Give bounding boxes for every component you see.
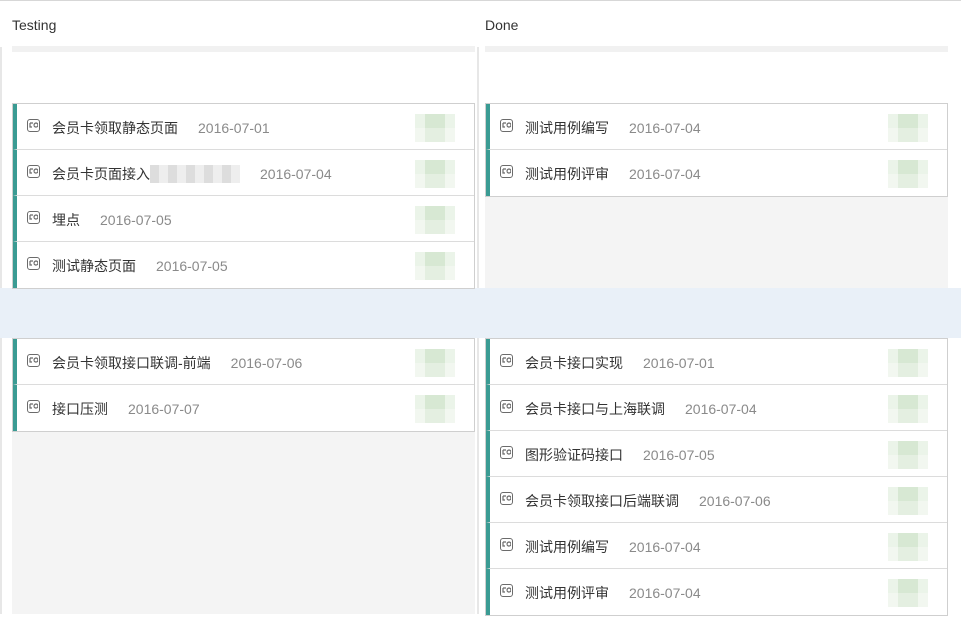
- card-type-icon: [27, 211, 40, 224]
- assignee-avatar[interactable]: [888, 349, 928, 377]
- task-card[interactable]: 接口压测 2016-07-07: [13, 385, 474, 431]
- card-list-lane2-done: 会员卡接口实现 2016-07-01 会员卡接口与上海联调 2016-07-04 图…: [485, 338, 948, 616]
- card-title: 测试用例评审 2016-07-04: [525, 585, 701, 601]
- card-type-icon: [500, 492, 513, 505]
- card-title: 测试静态页面 2016-07-05: [52, 258, 228, 274]
- card-title: 会员卡接口与上海联调 2016-07-04: [525, 401, 757, 417]
- card-date: 2016-07-04: [260, 166, 332, 182]
- column-edge: [0, 47, 2, 289]
- card-date: 2016-07-06: [230, 355, 303, 371]
- card-type-icon: [27, 257, 40, 270]
- task-card[interactable]: 会员卡页面接入 2016-07-04: [13, 150, 474, 196]
- task-card[interactable]: 会员卡接口实现 2016-07-01: [486, 339, 947, 385]
- column-header-done[interactable]: Done: [485, 17, 518, 33]
- column-header-bar: [12, 46, 475, 52]
- assignee-avatar[interactable]: [888, 160, 928, 188]
- assignee-avatar[interactable]: [415, 252, 455, 280]
- card-type-icon: [27, 354, 40, 367]
- assignee-avatar[interactable]: [888, 441, 928, 469]
- card-type-icon: [500, 400, 513, 413]
- assignee-avatar[interactable]: [415, 206, 455, 234]
- task-card[interactable]: 测试用例评审 2016-07-04: [486, 569, 947, 615]
- task-card[interactable]: 会员卡接口与上海联调 2016-07-04: [486, 385, 947, 431]
- task-card[interactable]: 会员卡领取静态页面 2016-07-01: [13, 104, 474, 150]
- card-title: 图形验证码接口 2016-07-05: [525, 447, 715, 463]
- card-date: 2016-07-01: [643, 355, 715, 371]
- card-list-lane1-done: 测试用例编写 2016-07-04 测试用例评审 2016-07-04: [485, 103, 948, 197]
- assignee-avatar[interactable]: [415, 395, 455, 423]
- card-date: 2016-07-05: [100, 212, 172, 228]
- lane-1-done-area: [485, 196, 948, 288]
- card-type-icon: [500, 119, 513, 132]
- card-date: 2016-07-05: [643, 447, 715, 463]
- assignee-avatar[interactable]: [888, 114, 928, 142]
- card-date: 2016-07-04: [629, 120, 701, 136]
- card-title: 测试用例评审 2016-07-04: [525, 166, 701, 182]
- column-edge: [477, 47, 479, 289]
- card-date: 2016-07-04: [629, 585, 701, 601]
- card-type-icon: [500, 165, 513, 178]
- card-title: 埋点 2016-07-05: [52, 212, 172, 228]
- task-card[interactable]: 图形验证码接口 2016-07-05: [486, 431, 947, 477]
- card-title: 测试用例编写 2016-07-04: [525, 120, 701, 136]
- card-date: 2016-07-04: [629, 539, 701, 555]
- card-title: 接口压测 2016-07-07: [52, 401, 200, 417]
- task-card[interactable]: 测试用例编写 2016-07-04: [486, 523, 947, 569]
- assignee-avatar[interactable]: [888, 395, 928, 423]
- swimlane-divider: [0, 288, 961, 338]
- task-card[interactable]: 埋点 2016-07-05: [13, 196, 474, 242]
- task-card[interactable]: 会员卡领取接口后端联调 2016-07-06: [486, 477, 947, 523]
- task-card[interactable]: 测试静态页面 2016-07-05: [13, 242, 474, 288]
- kanban-board: Testing Done 会员卡领取静态页面 2016-07-01 会员卡页面接入…: [0, 0, 961, 641]
- card-type-icon: [500, 354, 513, 367]
- card-title: 测试用例编写 2016-07-04: [525, 539, 701, 555]
- assignee-avatar[interactable]: [888, 533, 928, 561]
- column-header-testing[interactable]: Testing: [12, 17, 56, 33]
- lane-2-testing-area: [12, 431, 475, 614]
- card-date: 2016-07-06: [699, 493, 771, 509]
- assignee-avatar[interactable]: [415, 349, 455, 377]
- card-date: 2016-07-04: [629, 166, 701, 182]
- column-edge: [0, 338, 2, 614]
- card-title: 会员卡接口实现 2016-07-01: [525, 355, 715, 371]
- card-title: 会员卡领取静态页面 2016-07-01: [52, 120, 270, 136]
- card-date: 2016-07-07: [128, 401, 200, 417]
- assignee-avatar[interactable]: [888, 579, 928, 607]
- card-type-icon: [27, 119, 40, 132]
- card-list-lane2-testing: 会员卡领取接口联调-前端 2016-07-06 接口压测 2016-07-07: [12, 338, 475, 432]
- card-type-icon: [500, 584, 513, 597]
- card-date: 2016-07-04: [685, 401, 757, 417]
- card-type-icon: [27, 165, 40, 178]
- card-type-icon: [500, 538, 513, 551]
- assignee-avatar[interactable]: [888, 487, 928, 515]
- column-edge: [477, 338, 479, 614]
- task-card[interactable]: 会员卡领取接口联调-前端 2016-07-06: [13, 339, 474, 385]
- task-card[interactable]: 测试用例编写 2016-07-04: [486, 104, 947, 150]
- card-list-lane1-testing: 会员卡领取静态页面 2016-07-01 会员卡页面接入 2016-07-04 埋点…: [12, 103, 475, 289]
- card-date: 2016-07-05: [156, 258, 228, 274]
- card-title: 会员卡领取接口后端联调 2016-07-06: [525, 493, 771, 509]
- column-header-bar: [485, 46, 948, 52]
- task-card[interactable]: 测试用例评审 2016-07-04: [486, 150, 947, 196]
- redacted-text: [150, 165, 240, 183]
- card-title: 会员卡页面接入 2016-07-04: [52, 165, 332, 183]
- assignee-avatar[interactable]: [415, 160, 455, 188]
- card-title: 会员卡领取接口联调-前端 2016-07-06: [52, 355, 303, 371]
- card-date: 2016-07-01: [198, 120, 270, 136]
- assignee-avatar[interactable]: [415, 114, 455, 142]
- card-type-icon: [27, 400, 40, 413]
- card-type-icon: [500, 446, 513, 459]
